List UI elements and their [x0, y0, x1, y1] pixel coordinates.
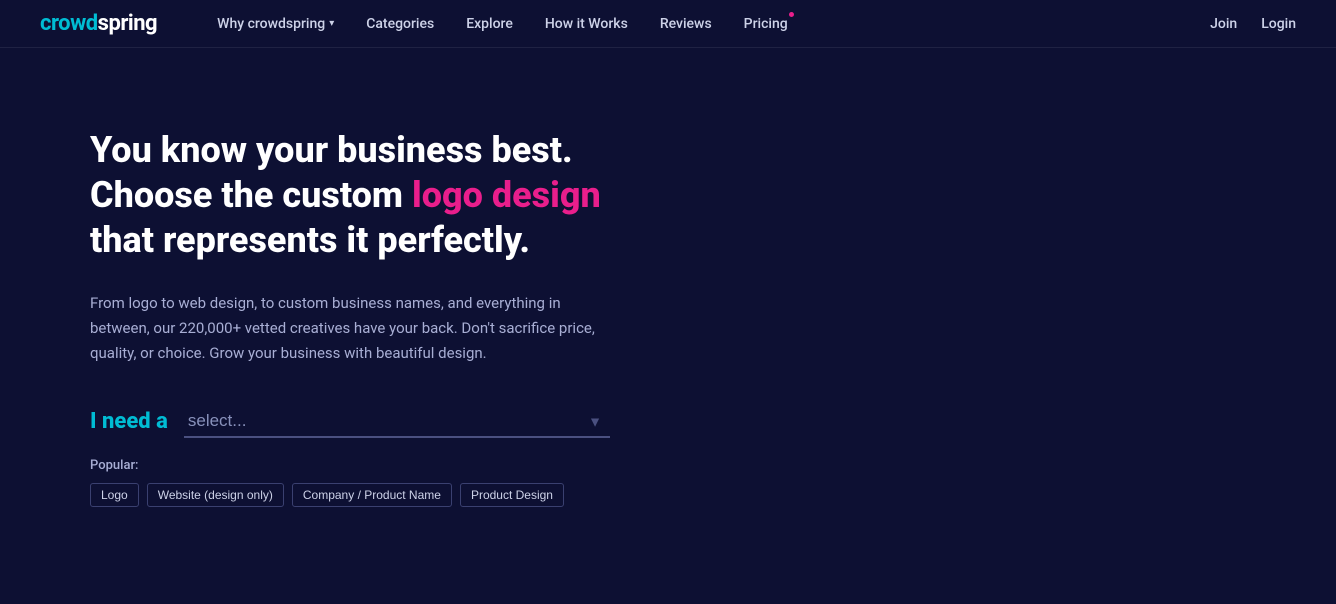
service-select[interactable]: select... Logo Website (design only) Com… — [184, 405, 610, 438]
headline-line2-prefix: Choose the custom — [90, 174, 412, 216]
nav-item-categories[interactable]: Categories — [366, 16, 434, 32]
headline-highlight: logo design — [412, 174, 601, 216]
nav-item-how-it-works[interactable]: How it Works — [545, 16, 628, 32]
popular-tag-website[interactable]: Website (design only) — [147, 483, 284, 507]
login-link[interactable]: Login — [1261, 16, 1296, 32]
hero-headline: You know your business best. Choose the … — [90, 128, 610, 263]
service-select-wrapper: select... Logo Website (design only) Com… — [184, 405, 610, 438]
popular-tags: Logo Website (design only) Company / Pro… — [90, 483, 564, 507]
logo[interactable]: crowdspring — [40, 11, 157, 36]
nav-item-explore[interactable]: Explore — [466, 16, 513, 32]
need-section: I need a select... Logo Website (design … — [90, 405, 610, 438]
join-link[interactable]: Join — [1210, 16, 1237, 32]
logo-crowd: crowd — [40, 11, 98, 36]
nav-item-why-crowdspring[interactable]: Why crowdspring ▾ — [217, 16, 334, 32]
nav-item-reviews[interactable]: Reviews — [660, 16, 712, 32]
nav-right: Join Login — [1210, 16, 1296, 32]
headline-line1: You know your business best. — [90, 129, 573, 171]
hero-section: You know your business best. Choose the … — [0, 48, 700, 567]
popular-section: Popular: Logo Website (design only) Comp… — [90, 458, 610, 507]
hero-subtext: From logo to web design, to custom busin… — [90, 291, 610, 365]
logo-spring: spring — [98, 11, 157, 36]
chevron-down-icon: ▾ — [329, 18, 334, 29]
navbar: crowdspring Why crowdspring ▾ Categories… — [0, 0, 1336, 48]
popular-tag-product-design[interactable]: Product Design — [460, 483, 564, 507]
popular-tag-logo[interactable]: Logo — [90, 483, 139, 507]
popular-label: Popular: — [90, 458, 138, 473]
nav-links: Why crowdspring ▾ Categories Explore How… — [217, 16, 1210, 32]
popular-tag-company-product-name[interactable]: Company / Product Name — [292, 483, 452, 507]
headline-line3: that represents it perfectly. — [90, 219, 530, 261]
need-label: I need a — [90, 409, 168, 434]
nav-item-pricing[interactable]: Pricing — [744, 16, 788, 32]
